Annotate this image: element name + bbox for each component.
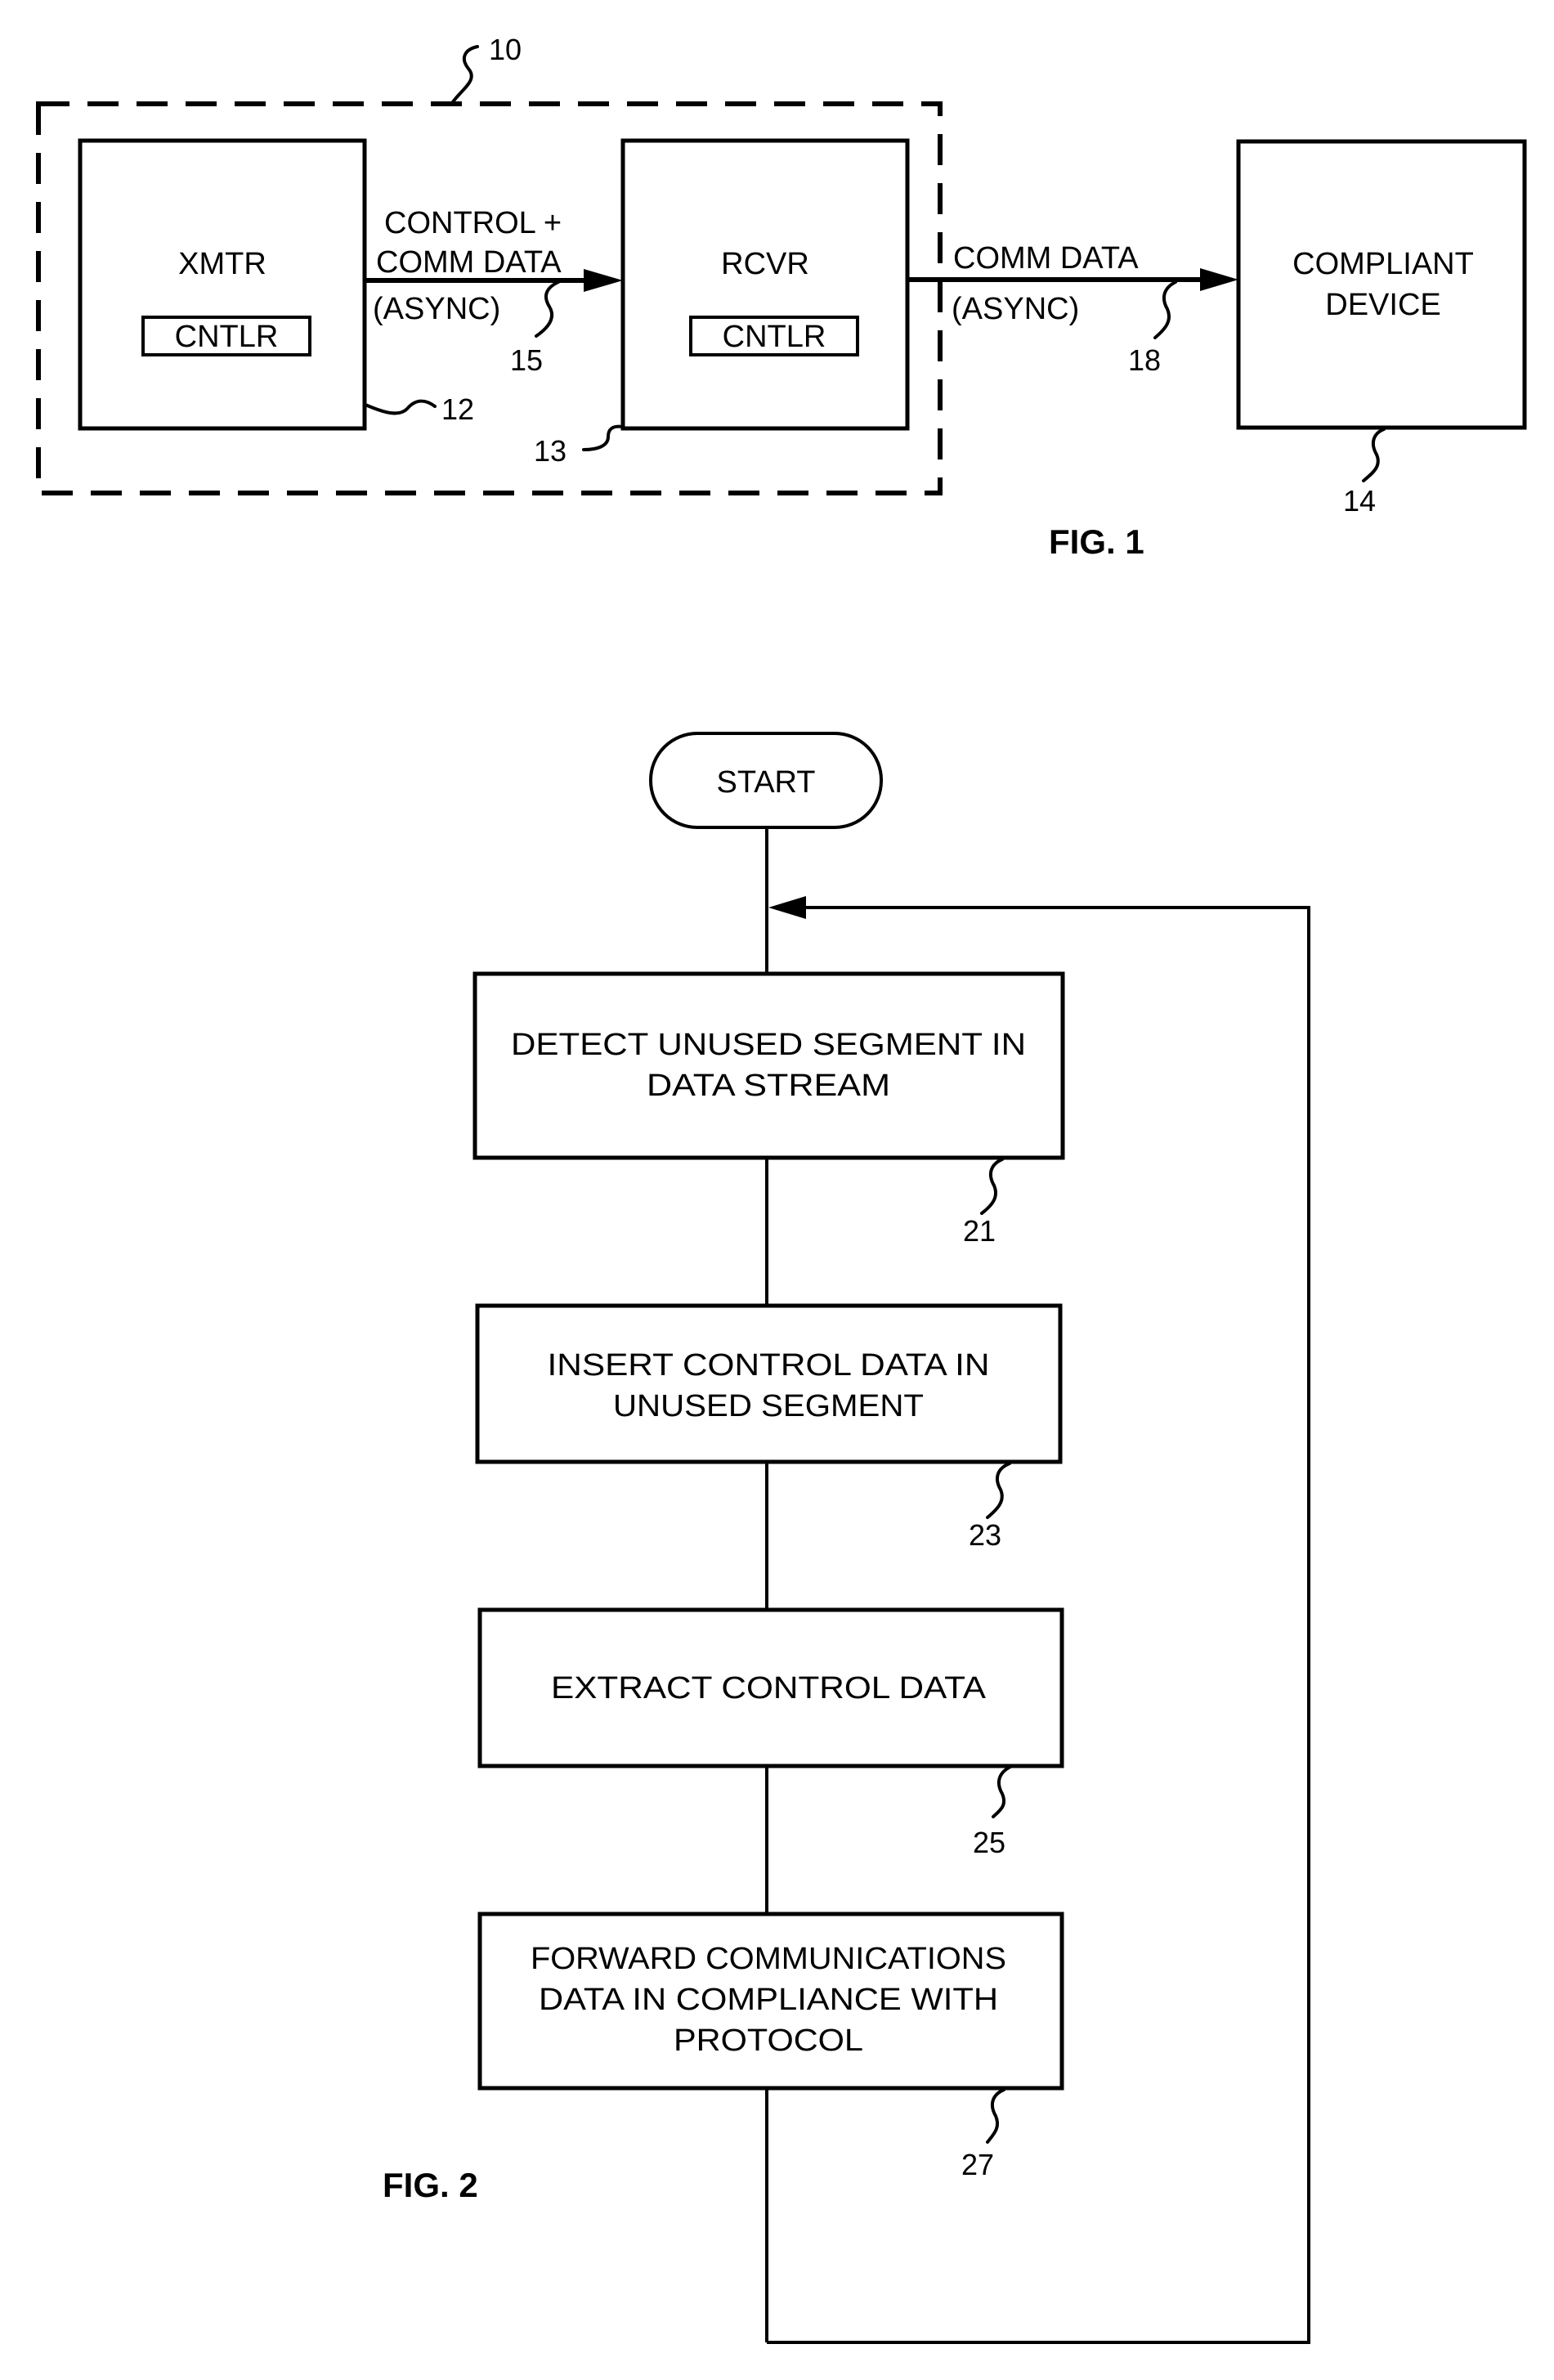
start-terminator: START — [649, 732, 883, 829]
patent-drawing-sheet: 10 XMTR CNTLR 12 CONTROL + COMM DATA (AS… — [36, 33, 1527, 2344]
transmitter-label: XMTR — [178, 247, 266, 281]
link-rcvr-to-device: COMM DATA (ASYNC) 18 — [907, 241, 1238, 377]
step-27-line2: DATA IN COMPLIANCE WITH — [539, 1983, 998, 2017]
device-label-line1: COMPLIANT — [1292, 247, 1474, 281]
step-27-ref-number: 27 — [961, 2148, 994, 2181]
link-ref-number: 15 — [510, 343, 543, 377]
step-21-line2: DATA STREAM — [647, 1069, 890, 1103]
step-extract-control-data: EXTRACT CONTROL DATA — [477, 1607, 1064, 1768]
device-ref-leader — [1362, 428, 1386, 482]
link2-ref-number: 18 — [1128, 343, 1161, 377]
start-label: START — [716, 765, 815, 800]
link2-ref-leader — [1153, 280, 1177, 339]
transmitter-controller-label: CNTLR — [175, 320, 279, 354]
arrowhead-left-icon — [768, 896, 806, 919]
arrowhead-right-icon — [1200, 268, 1238, 291]
step-23-line2: UNUSED SEGMENT — [613, 1389, 924, 1423]
link-xmtr-to-rcvr: CONTROL + COMM DATA (ASYNC) 15 — [365, 206, 623, 377]
step-25-ref-leader — [992, 1765, 1012, 1818]
transmitter-block: XMTR CNTLR — [78, 138, 367, 431]
figure-2-caption: FIG. 2 — [383, 2166, 478, 2204]
receiver-label: RCVR — [721, 247, 809, 281]
link2-label-line2: (ASYNC) — [952, 292, 1079, 326]
step-27-line1: FORWARD COMMUNICATIONS — [531, 1942, 1006, 1976]
link-label-line1: CONTROL + — [384, 206, 562, 240]
step-23-line1: INSERT CONTROL DATA IN — [548, 1348, 990, 1383]
receiver-ref-number: 13 — [534, 434, 567, 468]
device-label-line2: DEVICE — [1325, 288, 1440, 322]
transmitter-ref-leader — [364, 399, 437, 415]
system-ref-number: 10 — [489, 33, 522, 66]
receiver-ref-leader — [582, 424, 625, 451]
link-label-line3: (ASYNC) — [373, 292, 500, 326]
figure-2-flowchart: START DETECT UNUSED SEGMENT IN DATA STRE… — [383, 732, 1310, 2344]
step-27-ref-leader — [986, 2088, 1005, 2144]
figure-1: 10 XMTR CNTLR 12 CONTROL + COMM DATA (AS… — [36, 33, 1527, 561]
step-23-ref-leader — [986, 1462, 1011, 1519]
step-21-line1: DETECT UNUSED SEGMENT IN — [511, 1028, 1026, 1062]
step-25-ref-number: 25 — [973, 1826, 1005, 1859]
step-27-line3: PROTOCOL — [674, 2024, 863, 2058]
system-ref-leader — [450, 45, 479, 105]
transmitter-ref-number: 12 — [441, 392, 474, 426]
link2-label-line1: COMM DATA — [953, 241, 1139, 276]
step-21-ref-number: 21 — [963, 1214, 996, 1248]
step-detect-unused-segment: DETECT UNUSED SEGMENT IN DATA STREAM — [472, 971, 1065, 1160]
figure-1-caption: FIG. 1 — [1049, 522, 1144, 561]
step-insert-control-data: INSERT CONTROL DATA IN UNUSED SEGMENT — [475, 1303, 1063, 1464]
link-label-line2: COMM DATA — [376, 245, 562, 280]
arrowhead-right-icon — [584, 269, 623, 292]
step-25-line1: EXTRACT CONTROL DATA — [551, 1671, 987, 1705]
link-ref-leader — [535, 280, 560, 338]
step-forward-communications-data: FORWARD COMMUNICATIONS DATA IN COMPLIANC… — [477, 1912, 1064, 2091]
compliant-device-block: COMPLIANT DEVICE — [1236, 139, 1527, 430]
step-21-ref-leader — [980, 1158, 1004, 1215]
step-23-ref-number: 23 — [969, 1518, 1001, 1552]
receiver-block: RCVR CNTLR — [620, 138, 910, 431]
device-ref-number: 14 — [1343, 484, 1376, 518]
receiver-controller-label: CNTLR — [723, 320, 826, 354]
